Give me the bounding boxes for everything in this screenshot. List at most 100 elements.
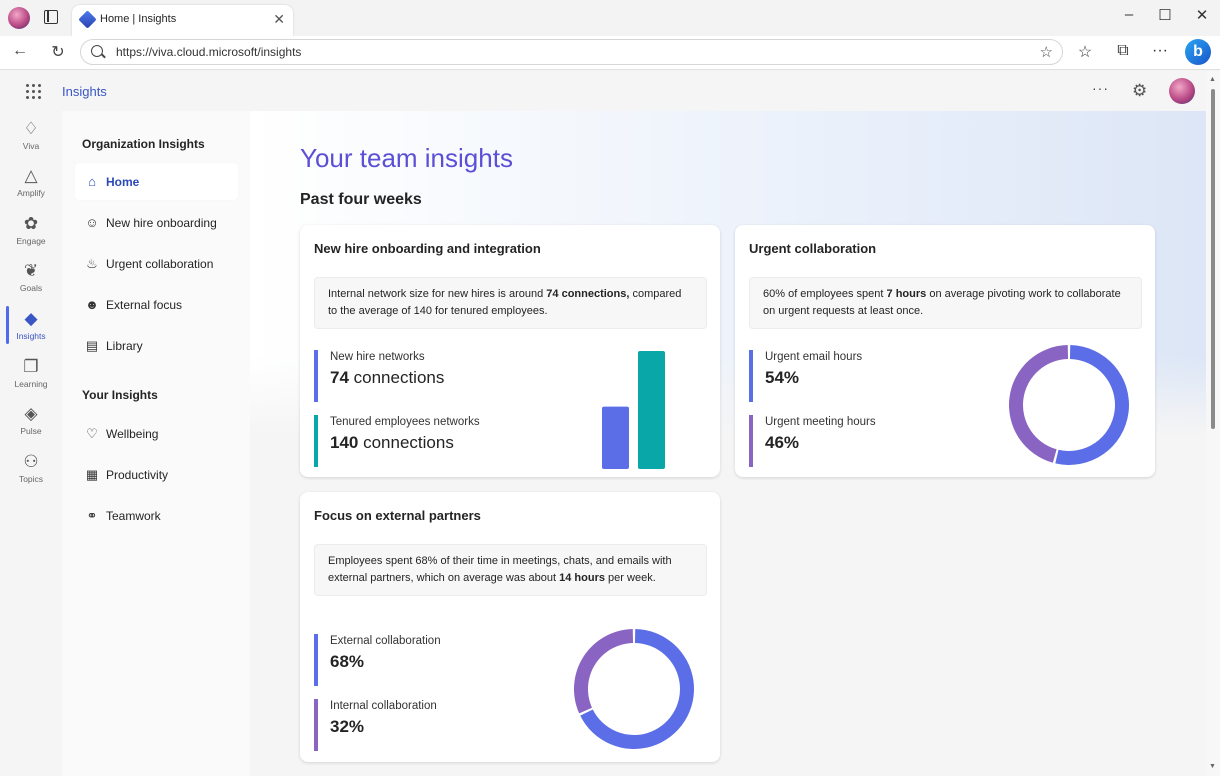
description-text: Internal network size for new hires is a… [328, 288, 547, 300]
rail-label: Insights [16, 331, 46, 341]
tab-title: Home | Insights [100, 13, 177, 25]
rail-label: Engage [16, 236, 46, 246]
metric-value: 54% [765, 368, 862, 388]
nav-item-label: New hire onboarding [106, 216, 217, 230]
pulse-icon: ◈ [24, 404, 38, 423]
nav-item-new-hire-onboarding[interactable]: ☺ New hire onboarding [75, 204, 238, 241]
handshake-icon: ⚭ [86, 508, 98, 523]
rail-item-learning[interactable]: ❐ Learning [0, 357, 62, 403]
browser-profile-avatar[interactable] [8, 7, 30, 29]
add-favorite-icon[interactable]: ☆ [1040, 43, 1053, 61]
metric-value: 32% [330, 717, 437, 737]
address-bar[interactable]: https://viva.cloud.microsoft/insights ☆ [80, 39, 1063, 65]
card-description: 60% of employees spent 7 hours on averag… [749, 277, 1142, 329]
metric-number: 46% [765, 433, 800, 452]
rail-label: Topics [18, 474, 44, 484]
metric-urgent-meeting: Urgent meeting hours 46% [749, 415, 876, 467]
card-title: Focus on external partners [314, 508, 481, 523]
close-window-icon[interactable]: ✕ [1192, 6, 1212, 24]
browser-tab[interactable]: Home | Insights ✕ [72, 5, 293, 36]
nav-item-library[interactable]: ▤ Library [75, 327, 238, 364]
nav-item-label: Teamwork [106, 509, 161, 523]
back-arrow-icon[interactable]: ← [10, 42, 30, 60]
app-rail: ♢ Viva △ Amplify ✿ Engage ❦ Goals ◆ Insi… [0, 111, 62, 776]
page-subtitle: Past four weeks [300, 191, 422, 208]
metric-label: Urgent meeting hours [765, 416, 876, 428]
topics-icon: ⚇ [23, 452, 39, 471]
urgent-collaboration-card[interactable]: Urgent collaboration 60% of employees sp… [735, 225, 1155, 477]
nav-section-organization: Organization Insights [82, 137, 205, 151]
library-icon: ▤ [85, 338, 99, 353]
nav-item-label: Library [106, 339, 143, 353]
new-hire-onboarding-card[interactable]: New hire onboarding and integration Inte… [300, 225, 720, 477]
user-avatar[interactable] [1169, 78, 1195, 104]
app-header: Insights ··· ⚙ [0, 71, 1206, 111]
metric-label: External collaboration [330, 635, 441, 647]
nav-section-your-insights: Your Insights [82, 388, 158, 402]
tab-close-icon[interactable]: ✕ [273, 11, 285, 28]
nav-item-urgent-collaboration[interactable]: ♨ Urgent collaboration [75, 245, 238, 282]
maximize-icon[interactable]: ☐ [1155, 6, 1175, 24]
rail-label: Viva [22, 141, 40, 151]
metric-number: 140 [330, 433, 359, 452]
rail-item-insights[interactable]: ◆ Insights [0, 309, 62, 355]
settings-more-icon[interactable]: ··· [1149, 42, 1171, 60]
page-scrollbar[interactable]: ▲ ▼ [1206, 71, 1220, 776]
tab-actions-icon[interactable] [44, 10, 58, 24]
home-icon: ⌂ [88, 174, 96, 189]
nav-item-label: Home [106, 175, 140, 189]
app-launcher-icon[interactable] [26, 84, 41, 99]
calendar-icon: ▦ [85, 467, 99, 482]
nav-item-home[interactable]: ⌂ Home [75, 163, 238, 200]
metric-number: 32% [330, 717, 365, 736]
main-content: Your team insights Past four weeks New h… [250, 111, 1206, 776]
urgent-collaboration-donut-chart [1008, 345, 1129, 465]
bar-tenured-employees-networks [638, 351, 665, 469]
favorites-icon[interactable]: ☆ [1074, 42, 1096, 62]
card-description: Internal network size for new hires is a… [314, 277, 707, 329]
description-text: 60% of employees spent [763, 288, 887, 300]
refresh-icon[interactable]: ↻ [48, 42, 68, 62]
viva-icon: ♢ [23, 119, 39, 138]
url-text[interactable]: https://viva.cloud.microsoft/insights [116, 45, 301, 59]
nav-item-productivity[interactable]: ▦ Productivity [75, 456, 238, 493]
metric-value: 74 connections [330, 368, 444, 388]
app-title[interactable]: Insights [62, 84, 107, 99]
rail-label: Amplify [17, 188, 45, 198]
nav-item-external-focus[interactable]: ☻ External focus [75, 286, 238, 323]
description-text: per week. [605, 572, 656, 584]
external-collaboration-donut-chart [574, 629, 694, 749]
scrollbar-thumb[interactable] [1211, 89, 1215, 429]
rail-item-goals[interactable]: ❦ Goals [0, 261, 62, 307]
rail-item-engage[interactable]: ✿ Engage [0, 214, 62, 260]
metric-label: New hire networks [330, 351, 425, 363]
gear-icon[interactable]: ⚙ [1132, 81, 1147, 101]
scroll-down-icon[interactable]: ▼ [1209, 763, 1216, 770]
metric-label: Internal collaboration [330, 700, 437, 712]
copilot-icon[interactable]: b [1185, 39, 1211, 65]
scroll-up-icon[interactable]: ▲ [1209, 76, 1216, 83]
rail-item-viva[interactable]: ♢ Viva [0, 119, 62, 165]
metric-value: 46% [765, 433, 876, 453]
side-navigation: Organization Insights ⌂ Home ☺ New hire … [62, 111, 250, 776]
rail-item-pulse[interactable]: ◈ Pulse [0, 404, 62, 450]
page-title: Your team insights [300, 143, 513, 173]
collections-icon[interactable]: ⧉ [1112, 42, 1134, 60]
engage-icon: ✿ [23, 214, 39, 233]
rail-item-topics[interactable]: ⚇ Topics [0, 452, 62, 498]
bar-new-hire-networks [602, 406, 629, 469]
browser-toolbar: ← ↻ https://viva.cloud.microsoft/insight… [0, 36, 1220, 70]
nav-item-label: Urgent collaboration [106, 257, 214, 271]
metric-new-hire-networks: New hire networks 74 connections [314, 350, 444, 402]
flame-icon: ♨ [86, 256, 98, 271]
nav-item-teamwork[interactable]: ⚭ Teamwork [75, 497, 238, 534]
more-options-icon[interactable]: ··· [1092, 80, 1109, 96]
rail-item-amplify[interactable]: △ Amplify [0, 166, 62, 212]
metric-number: 74 [330, 368, 349, 387]
minimize-icon[interactable]: – [1119, 6, 1139, 23]
amplify-icon: △ [24, 166, 38, 185]
goals-icon: ❦ [23, 261, 39, 280]
nav-item-wellbeing[interactable]: ♡ Wellbeing [75, 415, 238, 452]
insights-icon: ◆ [24, 309, 38, 328]
external-partners-card[interactable]: Focus on external partners Employees spe… [300, 492, 720, 762]
